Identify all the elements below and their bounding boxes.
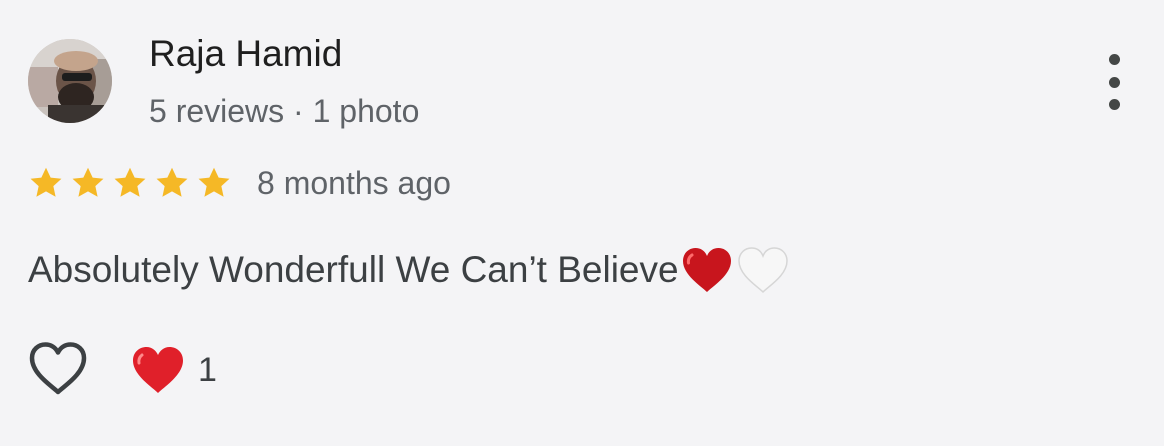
red-heart-emoji (682, 248, 731, 292)
like-button[interactable] (26, 340, 90, 400)
star-icon (198, 167, 230, 197)
reaction-count: 1 (198, 351, 217, 389)
star-icon (156, 167, 188, 197)
star-rating (27, 165, 237, 201)
star-icon (72, 167, 104, 197)
review-body: Absolutely Wonderfull We Can’t Believe (28, 244, 791, 296)
star-icon (30, 167, 62, 197)
avatar[interactable] (28, 39, 112, 123)
reviewer-meta: 5 reviews · 1 photo (149, 93, 420, 129)
more-options-button[interactable] (1096, 54, 1132, 110)
more-vertical-icon-dot (1108, 76, 1120, 88)
more-vertical-icon (1108, 54, 1120, 65)
heart-outline-icon (29, 342, 87, 395)
more-vertical-icon-dot (1108, 99, 1120, 110)
review-card: Raja Hamid 5 reviews · 1 photo 8 months … (0, 0, 1164, 446)
red-heart-emoji (133, 347, 183, 393)
review-text: Absolutely Wonderfull We Can’t Believe (28, 249, 679, 290)
reaction-summary[interactable]: 1 (130, 342, 217, 398)
reviewer-name[interactable]: Raja Hamid (149, 32, 342, 76)
white-heart-emoji (737, 247, 788, 294)
review-time: 8 months ago (257, 165, 451, 201)
avatar-photo (28, 39, 112, 123)
star-icon (114, 167, 146, 197)
rating-row: 8 months ago (27, 160, 451, 206)
